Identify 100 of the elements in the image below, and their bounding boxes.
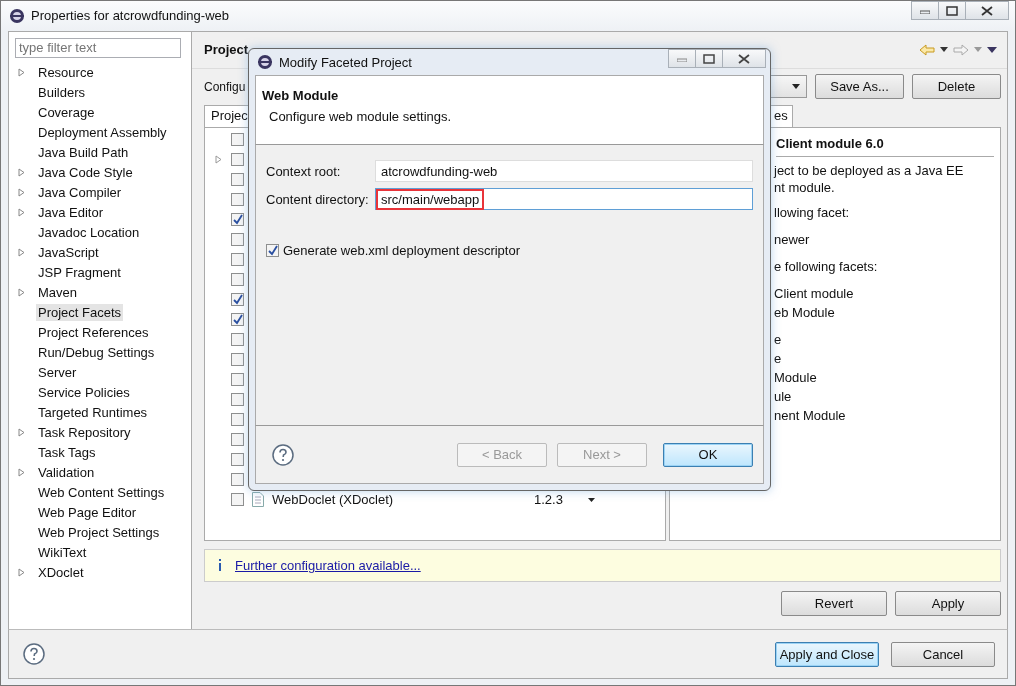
configuration-label: Configu bbox=[204, 79, 244, 94]
sidebar-item[interactable]: Web Project Settings bbox=[36, 524, 162, 542]
checkbox[interactable] bbox=[231, 153, 244, 167]
help-icon[interactable] bbox=[23, 643, 45, 666]
input-field[interactable]: src/main/webapp bbox=[375, 188, 753, 210]
action-button[interactable]: Revert bbox=[781, 590, 887, 616]
expand-icon[interactable] bbox=[18, 248, 25, 258]
sidebar-item[interactable]: Server bbox=[36, 364, 79, 382]
checkbox[interactable] bbox=[231, 133, 244, 147]
details-text: e bbox=[774, 331, 783, 349]
expand-icon[interactable] bbox=[18, 468, 25, 478]
configuration-link[interactable]: Further configuration available... bbox=[235, 557, 421, 573]
dialog-heading: Web Module bbox=[262, 88, 340, 103]
sidebar-item[interactable]: Task Repository bbox=[36, 424, 133, 442]
sidebar-item[interactable]: JavaScript bbox=[36, 244, 101, 262]
sidebar-item[interactable]: Javadoc Location bbox=[36, 224, 142, 242]
help-icon[interactable] bbox=[272, 443, 294, 466]
checkbox[interactable] bbox=[231, 433, 244, 447]
checkbox[interactable] bbox=[266, 244, 279, 257]
sidebar-item[interactable]: Project References bbox=[36, 324, 151, 342]
sidebar-item[interactable]: Builders bbox=[36, 84, 87, 102]
info-icon bbox=[217, 559, 223, 572]
expand-icon[interactable] bbox=[18, 428, 25, 438]
sidebar-item[interactable]: Service Policies bbox=[36, 384, 132, 402]
forward-arrow-icon[interactable] bbox=[953, 43, 969, 56]
sidebar-item[interactable]: Resource bbox=[36, 64, 96, 82]
details-text: e following facets: bbox=[774, 258, 879, 276]
sidebar-item[interactable]: XDoclet bbox=[36, 564, 86, 582]
checkbox[interactable] bbox=[231, 273, 244, 287]
input-field[interactable]: atcrowdfunding-web bbox=[375, 160, 753, 182]
maximize-icon bbox=[703, 53, 715, 64]
checkbox-label[interactable]: Generate web.xml deployment descriptor bbox=[283, 243, 520, 258]
checkbox[interactable] bbox=[231, 413, 244, 427]
minimize-icon bbox=[677, 55, 687, 62]
sidebar-item[interactable]: Java Compiler bbox=[36, 184, 124, 202]
details-tab[interactable]: es bbox=[769, 104, 793, 127]
caret-icon[interactable] bbox=[940, 47, 948, 53]
sidebar-item[interactable]: Project Facets bbox=[36, 304, 124, 322]
caret-icon bbox=[792, 84, 800, 90]
expand-icon[interactable] bbox=[18, 208, 25, 218]
dialog-button[interactable]: Apply and Close bbox=[775, 641, 879, 667]
toolbar-button[interactable]: Delete bbox=[912, 74, 1001, 100]
checkbox[interactable] bbox=[231, 373, 244, 387]
checkbox[interactable] bbox=[231, 453, 244, 467]
checkbox[interactable] bbox=[231, 333, 244, 347]
close-icon bbox=[738, 53, 750, 64]
dialog-button[interactable]: OK bbox=[663, 442, 753, 467]
sidebar-item[interactable]: Deployment Assembly bbox=[36, 124, 169, 142]
expand-icon[interactable] bbox=[18, 288, 25, 298]
details-text: nt module. bbox=[774, 179, 836, 197]
sidebar-item[interactable]: Maven bbox=[36, 284, 80, 302]
expand-icon[interactable] bbox=[215, 155, 222, 165]
details-title: Client module 6.0 bbox=[776, 135, 994, 157]
checkbox[interactable] bbox=[231, 473, 244, 487]
expand-icon[interactable] bbox=[18, 568, 25, 578]
checkbox[interactable] bbox=[231, 173, 244, 187]
checkbox[interactable] bbox=[231, 213, 244, 227]
minimize-button[interactable] bbox=[911, 1, 939, 20]
minimize-button[interactable] bbox=[668, 49, 696, 68]
checkbox[interactable] bbox=[231, 393, 244, 407]
facet-name: WebDoclet (XDoclet) bbox=[272, 492, 395, 508]
close-icon bbox=[981, 5, 993, 16]
sidebar-item[interactable]: Task Tags bbox=[36, 444, 98, 462]
checkbox[interactable] bbox=[231, 493, 244, 507]
checkbox[interactable] bbox=[231, 193, 244, 207]
sidebar-item[interactable]: Web Content Settings bbox=[36, 484, 167, 502]
sidebar-item[interactable]: Run/Debug Settings bbox=[36, 344, 157, 362]
view-menu-icon[interactable] bbox=[987, 46, 997, 53]
expand-icon[interactable] bbox=[18, 168, 25, 178]
checkbox[interactable] bbox=[231, 353, 244, 367]
sidebar-item[interactable]: Java Code Style bbox=[36, 164, 135, 182]
maximize-button[interactable] bbox=[695, 49, 723, 68]
details-text: eb Module bbox=[774, 304, 836, 322]
sidebar-item[interactable]: Targeted Runtimes bbox=[36, 404, 150, 422]
details-text: Client module bbox=[774, 285, 855, 303]
maximize-button[interactable] bbox=[938, 1, 966, 20]
sidebar-item[interactable]: Validation bbox=[36, 464, 97, 482]
close-button[interactable] bbox=[965, 1, 1009, 20]
dialog-button[interactable]: Cancel bbox=[891, 641, 995, 667]
details-text: llowing facet: bbox=[774, 204, 851, 222]
back-arrow-icon[interactable] bbox=[919, 43, 935, 56]
sidebar-item[interactable]: Coverage bbox=[36, 104, 97, 122]
sidebar-item[interactable]: JSP Fragment bbox=[36, 264, 123, 282]
close-button[interactable] bbox=[722, 49, 766, 68]
checkbox[interactable] bbox=[231, 313, 244, 327]
field-label: Context root: bbox=[266, 163, 342, 179]
checkbox[interactable] bbox=[231, 233, 244, 247]
toolbar-button[interactable]: Save As... bbox=[815, 74, 904, 100]
sidebar-item[interactable]: WikiText bbox=[36, 544, 89, 562]
sidebar-item[interactable]: Web Page Editor bbox=[36, 504, 139, 522]
sidebar-item[interactable]: Java Editor bbox=[36, 204, 106, 222]
sidebar-item[interactable]: Java Build Path bbox=[36, 144, 131, 162]
expand-icon[interactable] bbox=[18, 188, 25, 198]
expand-icon[interactable] bbox=[18, 68, 25, 78]
facet-version: 1.2.3 bbox=[534, 492, 564, 508]
action-button[interactable]: Apply bbox=[895, 590, 1001, 616]
filter-field[interactable]: type filter text bbox=[15, 37, 181, 58]
checkbox[interactable] bbox=[231, 293, 244, 307]
caret-icon[interactable] bbox=[588, 497, 595, 502]
checkbox[interactable] bbox=[231, 253, 244, 267]
